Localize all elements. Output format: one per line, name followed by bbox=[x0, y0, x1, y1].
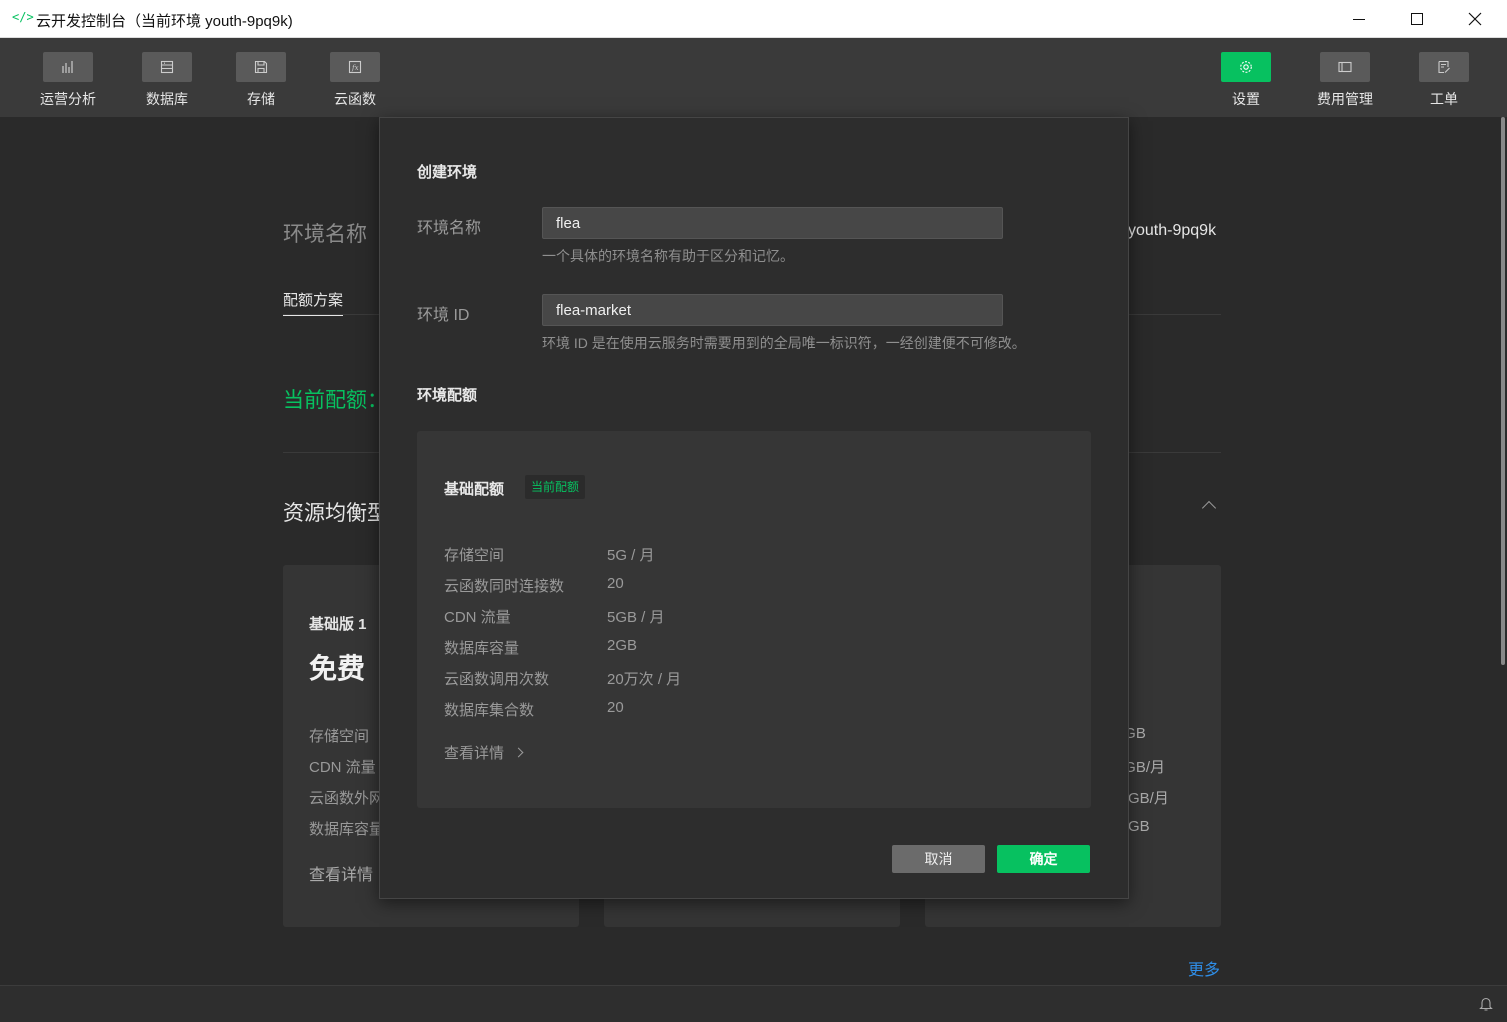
tool-settings[interactable]: 设置 bbox=[1201, 52, 1291, 109]
quota-value: 5G / 月 bbox=[607, 547, 655, 564]
plan-name: 基础版 1 bbox=[309, 616, 367, 633]
cancel-button[interactable]: 取消 bbox=[892, 845, 985, 873]
tool-label: 数据库 bbox=[146, 91, 188, 107]
current-quota-label: 当前配额： bbox=[283, 389, 388, 412]
plan-row-label: 数据库容量 bbox=[309, 821, 385, 838]
env-name-label: 环境名称 bbox=[283, 223, 367, 246]
quota-key: 存储空间 bbox=[444, 547, 505, 564]
function-icon: fx bbox=[348, 60, 362, 74]
billing-icon bbox=[1338, 61, 1352, 73]
plan-row-value: GB/月 bbox=[1128, 790, 1169, 807]
create-env-dialog: 创建环境 环境名称 一个具体的环境名称有助于区分和记忆。 环境 ID 环境 ID… bbox=[379, 117, 1129, 899]
plan-row-label: CDN 流量 bbox=[309, 759, 376, 776]
plan-row-label: 云函数外网 bbox=[309, 790, 385, 807]
tab-quota-plan[interactable]: 配额方案 bbox=[283, 289, 344, 316]
tool-database[interactable]: 数据库 bbox=[122, 52, 212, 109]
window-title: 云开发控制台（当前环境 youth-9pq9k) bbox=[36, 13, 293, 30]
env-id-field-label: 环境 ID bbox=[417, 307, 470, 324]
tool-label: 运营分析 bbox=[40, 91, 96, 107]
quota-value: 20 bbox=[607, 699, 624, 716]
quota-value: 20万次 / 月 bbox=[607, 671, 682, 688]
toolbar: 运营分析 数据库 存储 fx 云函数 设置 费用管理 工单 bbox=[0, 38, 1507, 117]
maximize-button[interactable] bbox=[1388, 0, 1446, 38]
tool-label: 费用管理 bbox=[1317, 91, 1373, 107]
quota-key: CDN 流量 bbox=[444, 609, 511, 626]
bar-chart-icon bbox=[62, 61, 73, 73]
gear-icon bbox=[1240, 61, 1252, 73]
minimize-button[interactable] bbox=[1330, 0, 1388, 38]
tool-label: 设置 bbox=[1232, 91, 1260, 107]
minimize-icon bbox=[1353, 18, 1365, 20]
tool-label: 云函数 bbox=[334, 91, 376, 107]
quota-key: 数据库容量 bbox=[444, 640, 520, 657]
bell-icon[interactable] bbox=[1479, 996, 1493, 1012]
tool-label: 工单 bbox=[1430, 91, 1458, 107]
plan-row-value: GB bbox=[1128, 818, 1150, 835]
plan-row-label: 存储空间 bbox=[309, 728, 370, 745]
app-code-icon: </> bbox=[12, 10, 34, 24]
close-icon bbox=[1468, 12, 1482, 26]
env-id-input[interactable] bbox=[542, 294, 1003, 326]
more-link[interactable]: 更多 bbox=[1188, 956, 1220, 980]
plan-price: 免费 bbox=[309, 653, 366, 684]
env-id-hint: 环境 ID 是在使用云服务时需要用到的全局唯一标识符，一经创建便不可修改。 bbox=[542, 335, 1026, 351]
tool-billing[interactable]: 费用管理 bbox=[1300, 52, 1390, 109]
quota-value: 2GB bbox=[607, 637, 638, 654]
quota-name: 基础配额 bbox=[444, 481, 505, 498]
quota-section-title: 环境配额 bbox=[417, 387, 478, 404]
quota-key: 数据库集合数 bbox=[444, 702, 535, 719]
svg-text:fx: fx bbox=[351, 64, 359, 72]
quota-key: 云函数调用次数 bbox=[444, 671, 550, 688]
close-button[interactable] bbox=[1446, 0, 1504, 38]
quota-value: 5GB / 月 bbox=[607, 609, 665, 626]
env-name-field-label: 环境名称 bbox=[417, 220, 482, 237]
quota-key: 云函数同时连接数 bbox=[444, 578, 565, 595]
chevron-right-icon bbox=[513, 747, 524, 758]
env-id-value: youth-9pq9k bbox=[1128, 222, 1217, 239]
status-bar bbox=[0, 985, 1507, 1022]
dialog-title: 创建环境 bbox=[417, 164, 478, 181]
scrollbar[interactable] bbox=[1501, 117, 1505, 665]
quota-value: 20 bbox=[607, 575, 624, 592]
plan-type-title: 资源均衡型 bbox=[283, 502, 388, 525]
env-name-input[interactable] bbox=[542, 207, 1003, 239]
title-bar: </> 云开发控制台（当前环境 youth-9pq9k) bbox=[0, 0, 1507, 38]
ticket-icon bbox=[1438, 60, 1450, 74]
plan-detail-link[interactable]: 查看详情 bbox=[309, 861, 373, 885]
env-name-hint: 一个具体的环境名称有助于区分和记忆。 bbox=[542, 248, 794, 264]
quota-card[interactable]: 基础配额 当前配额 存储空间 5G / 月 云函数同时连接数 20 CDN 流量… bbox=[417, 431, 1091, 808]
tool-storage[interactable]: 存储 bbox=[216, 52, 306, 109]
tool-functions[interactable]: fx 云函数 bbox=[310, 52, 400, 109]
tool-analytics[interactable]: 运营分析 bbox=[23, 52, 113, 109]
database-icon bbox=[160, 60, 174, 74]
current-quota-badge: 当前配额 bbox=[525, 475, 586, 499]
maximize-icon bbox=[1411, 13, 1423, 25]
quota-detail-link[interactable]: 查看详情 bbox=[444, 742, 504, 763]
tool-label: 存储 bbox=[247, 91, 275, 107]
storage-icon bbox=[254, 60, 268, 74]
confirm-button[interactable]: 确定 bbox=[997, 845, 1090, 873]
tool-ticket[interactable]: 工单 bbox=[1399, 52, 1489, 109]
